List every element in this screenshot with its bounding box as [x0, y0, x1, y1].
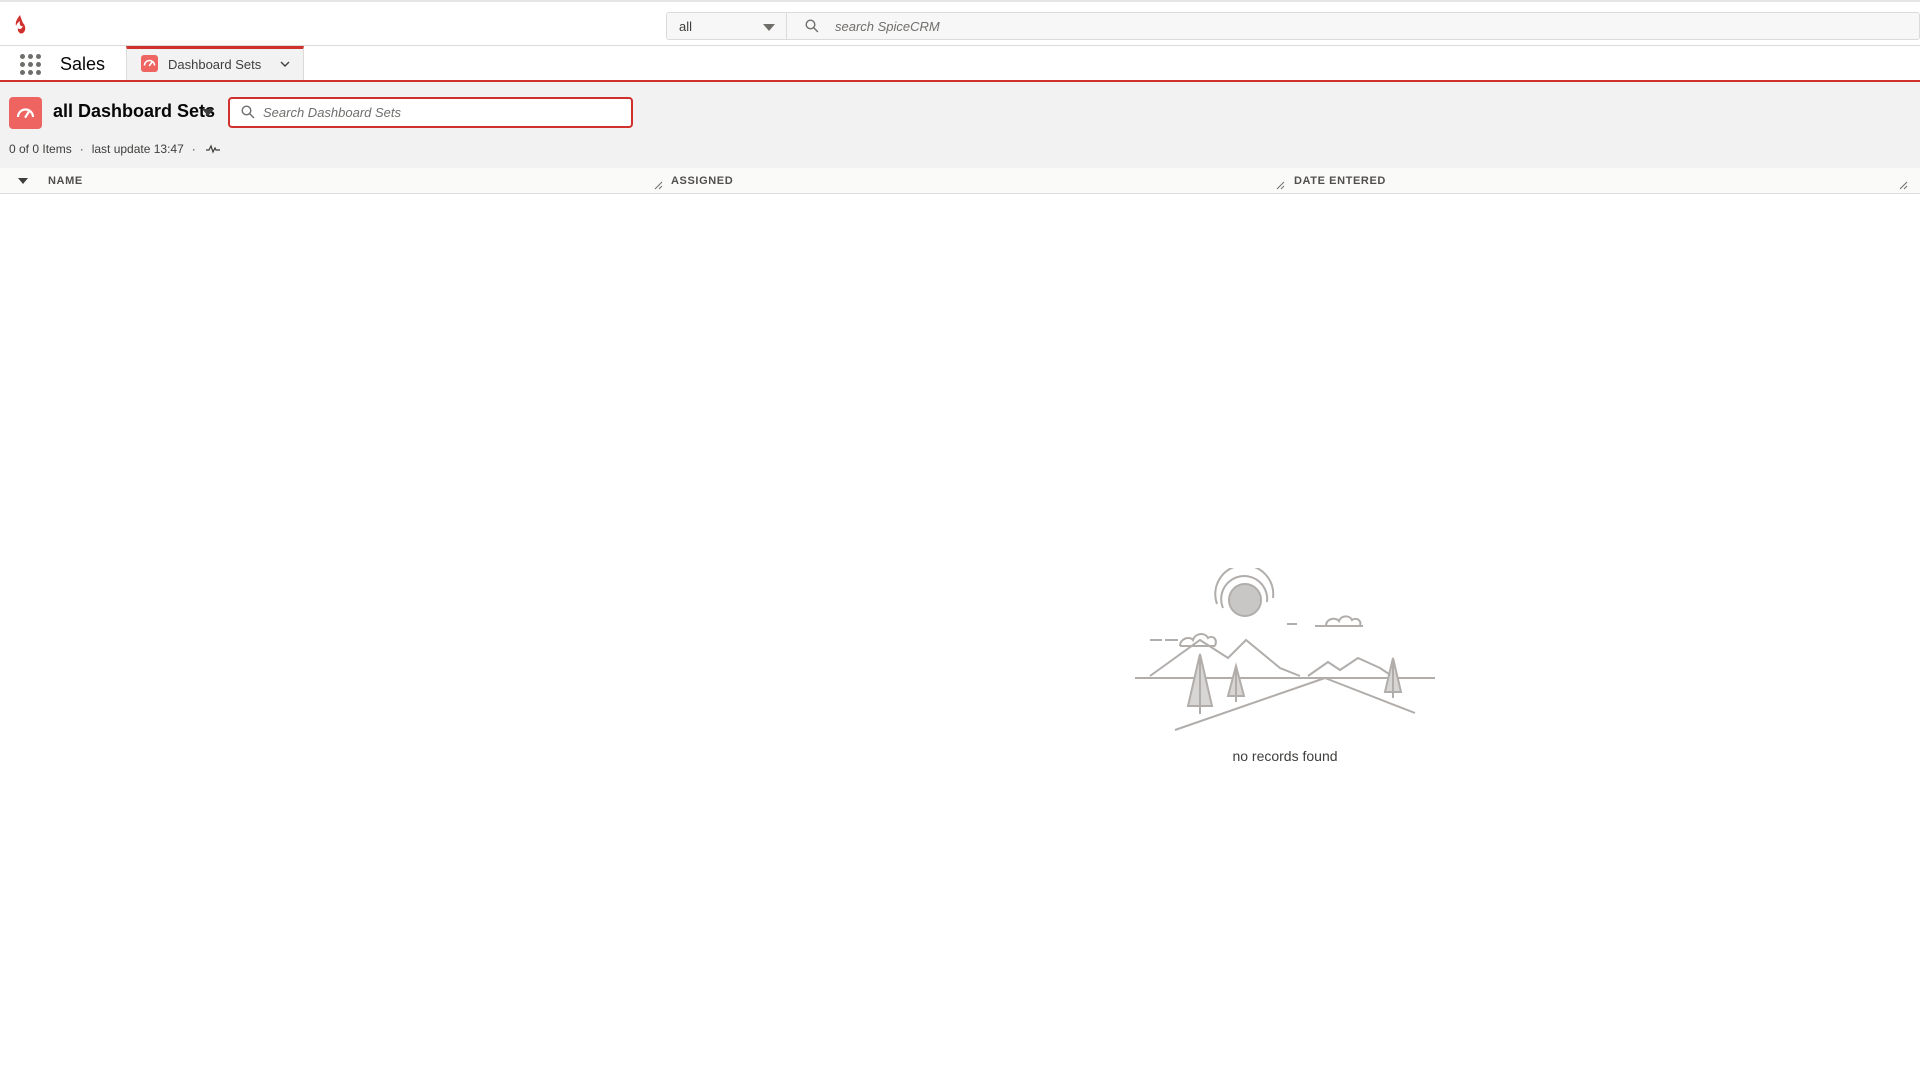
table-header: NAME ASSIGNED DATE ENTERED [0, 168, 1920, 194]
list-search-input[interactable] [261, 102, 621, 123]
search-scope-value: all [679, 19, 693, 34]
search-scope-select[interactable]: all [666, 12, 787, 40]
global-search-placeholder: search SpiceCRM [835, 19, 940, 34]
list-view-title[interactable]: all Dashboard Sets [53, 101, 215, 122]
dashboard-sets-icon [9, 97, 42, 129]
empty-state-illustration-icon [1135, 568, 1435, 731]
caret-down-icon[interactable] [202, 109, 214, 116]
tab-dashboard-sets[interactable]: Dashboard Sets [126, 46, 304, 80]
activity-icon[interactable] [205, 144, 220, 154]
list-search-field[interactable] [228, 97, 633, 128]
resize-handle-icon[interactable] [1899, 181, 1908, 190]
last-update: last update 13:47 [91, 142, 184, 156]
search-icon [241, 105, 255, 119]
column-header-assigned[interactable]: ASSIGNED [671, 175, 733, 187]
empty-state-message: no records found [1232, 748, 1338, 764]
item-count: 0 of 0 Items [9, 142, 72, 156]
column-header-name[interactable]: NAME [48, 175, 83, 187]
list-meta: 0 of 0 Items · last update 13:47 · [9, 142, 220, 156]
tab-label: Dashboard Sets [168, 57, 262, 72]
caret-down-icon [763, 24, 775, 31]
app-name: Sales [60, 54, 106, 74]
search-icon [805, 19, 819, 33]
separator: · [191, 142, 196, 156]
caret-down-icon[interactable] [18, 178, 28, 184]
resize-handle-icon[interactable] [654, 181, 663, 190]
app-navigation: Sales Dashboard Sets [0, 46, 1920, 82]
waffle-icon[interactable] [20, 54, 42, 76]
global-header: all search SpiceCRM [0, 0, 1920, 46]
global-search-input[interactable]: search SpiceCRM [786, 12, 1920, 40]
resize-handle-icon[interactable] [1276, 181, 1285, 190]
chevron-down-icon[interactable] [279, 58, 291, 70]
separator: · [79, 142, 84, 156]
page-header: all Dashboard Sets 0 of 0 Items · last u… [0, 82, 1920, 168]
dashboard-sets-icon [141, 55, 158, 72]
spicecrm-logo-icon[interactable] [10, 13, 30, 37]
column-header-date-entered[interactable]: DATE ENTERED [1294, 175, 1386, 187]
